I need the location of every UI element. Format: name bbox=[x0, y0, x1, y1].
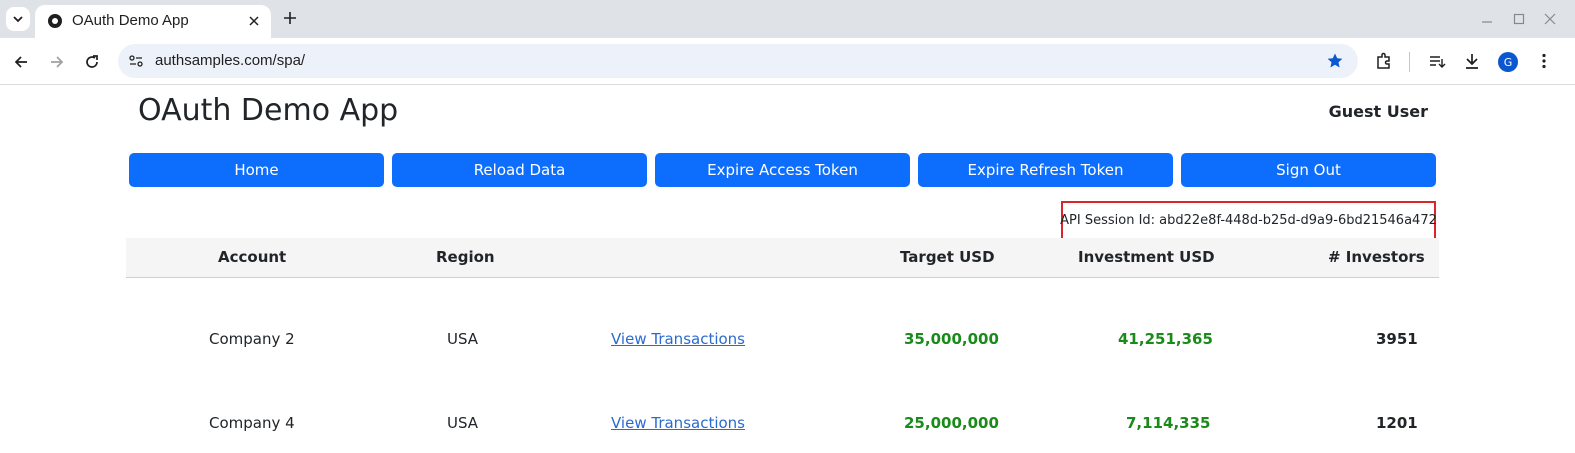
minimize-icon[interactable] bbox=[1480, 12, 1494, 26]
column-header-investors: # Investors bbox=[1328, 248, 1425, 266]
user-name: Guest User bbox=[1328, 102, 1428, 121]
column-header-investment-usd: Investment USD bbox=[1078, 248, 1215, 266]
sign-out-button[interactable]: Sign Out bbox=[1181, 153, 1436, 187]
column-header-account: Account bbox=[218, 248, 287, 266]
new-tab-icon[interactable] bbox=[282, 10, 298, 26]
url-text: authsamples.com/spa/ bbox=[155, 52, 306, 69]
api-session-id: API Session Id: abd22e8f-448d-b25d-d9a9-… bbox=[1060, 201, 1437, 240]
bookmark-star-icon[interactable] bbox=[1326, 52, 1344, 70]
reload-icon[interactable] bbox=[83, 53, 101, 71]
region-cell: USA bbox=[447, 330, 479, 348]
kebab-menu-icon[interactable] bbox=[1535, 52, 1553, 70]
site-info-icon[interactable] bbox=[128, 53, 144, 69]
target-usd-cell: 25,000,000 bbox=[904, 414, 999, 432]
home-button[interactable]: Home bbox=[129, 153, 384, 187]
account-cell: Company 2 bbox=[209, 330, 295, 348]
extensions-puzzle-icon[interactable] bbox=[1375, 52, 1393, 70]
expire-access-token-button[interactable]: Expire Access Token bbox=[655, 153, 910, 187]
browser-toolbar: authsamples.com/spa/ bbox=[0, 38, 1575, 85]
investors-cell: 3951 bbox=[1376, 330, 1418, 348]
account-cell: Company 4 bbox=[209, 414, 295, 432]
expire-refresh-token-button[interactable]: Expire Refresh Token bbox=[918, 153, 1173, 187]
reload-data-button[interactable]: Reload Data bbox=[392, 153, 647, 187]
view-transactions-link[interactable]: View Transactions bbox=[611, 330, 745, 348]
browser-tabstrip: OAuth Demo App bbox=[0, 0, 1575, 38]
address-bar[interactable]: authsamples.com/spa/ bbox=[118, 44, 1358, 78]
column-header-target-usd: Target USD bbox=[900, 248, 995, 266]
back-arrow-icon[interactable] bbox=[12, 53, 30, 71]
investment-usd-cell: 41,251,365 bbox=[1118, 330, 1213, 348]
download-icon[interactable] bbox=[1463, 52, 1481, 70]
reading-list-icon[interactable] bbox=[1428, 53, 1446, 71]
gear-favicon-icon bbox=[48, 14, 62, 28]
investment-usd-cell: 7,114,335 bbox=[1126, 414, 1211, 432]
region-cell: USA bbox=[447, 414, 479, 432]
profile-avatar[interactable]: G bbox=[1498, 52, 1518, 72]
page-title: OAuth Demo App bbox=[138, 93, 399, 128]
investors-cell: 1201 bbox=[1376, 414, 1418, 432]
view-transactions-link[interactable]: View Transactions bbox=[611, 414, 745, 432]
close-icon[interactable] bbox=[247, 14, 261, 28]
browser-tab[interactable]: OAuth Demo App bbox=[35, 5, 271, 38]
toolbar-separator bbox=[1409, 52, 1410, 72]
tab-search-button[interactable] bbox=[6, 7, 30, 31]
window-close-icon[interactable] bbox=[1543, 12, 1557, 26]
forward-arrow-icon[interactable] bbox=[48, 53, 66, 71]
table-header: Account Region Target USD Investment USD… bbox=[126, 238, 1439, 278]
chevron-down-icon bbox=[13, 16, 23, 23]
column-header-region: Region bbox=[436, 248, 495, 266]
maximize-icon[interactable] bbox=[1512, 12, 1526, 26]
tab-title: OAuth Demo App bbox=[72, 12, 189, 29]
target-usd-cell: 35,000,000 bbox=[904, 330, 999, 348]
